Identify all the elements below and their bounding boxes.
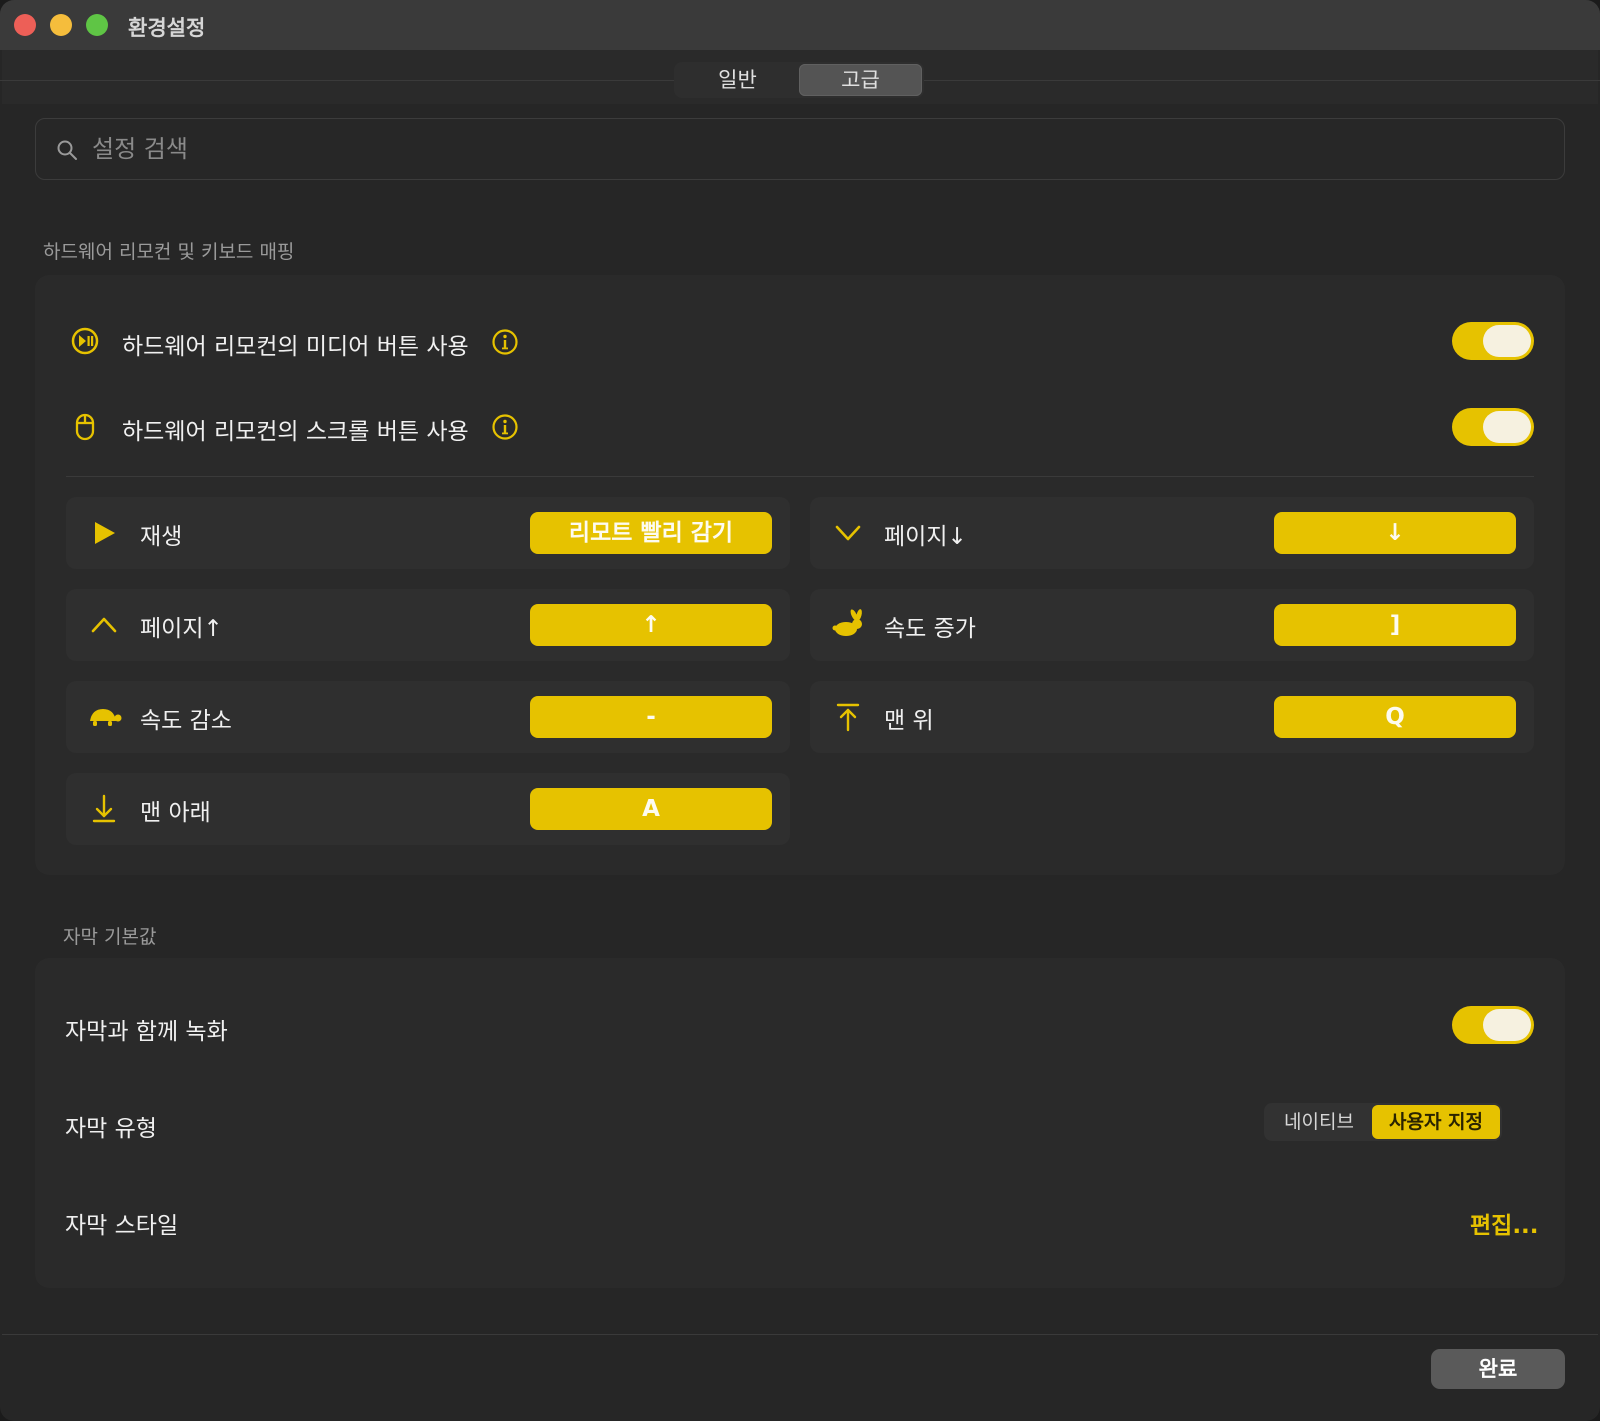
rabbit-icon: [832, 609, 862, 636]
caption-style-edit-button[interactable]: 편집...: [1470, 1206, 1539, 1240]
mapping-key-button[interactable]: ↑: [530, 604, 772, 646]
mapping-key-button[interactable]: -: [530, 696, 772, 738]
mapping-label: 맨 아래: [140, 800, 211, 826]
mapping-label: 재생: [140, 524, 183, 550]
caption-style-label: 자막 스타일: [65, 1213, 179, 1239]
search-icon: [57, 140, 77, 160]
mapping-page-down: 페이지↓ ↓: [810, 497, 1534, 569]
info-icon[interactable]: [491, 328, 519, 356]
record-with-captions-toggle[interactable]: [1452, 1006, 1534, 1044]
mapping-page-up: 페이지↑ ↑: [66, 589, 790, 661]
media-buttons-label: 하드웨어 리모컨의 미디어 버튼 사용: [122, 334, 469, 360]
mapping-play: 재생 리모트 빨리 감기: [66, 497, 790, 569]
window-title: 환경설정: [128, 16, 206, 40]
mapping-label: 속도 증가: [884, 616, 976, 642]
mouse-icon: [75, 413, 95, 441]
toggle-knob: [1483, 1009, 1531, 1041]
play-pause-circle-icon: [71, 327, 99, 355]
preferences-tabs: 일반 고급: [674, 62, 924, 98]
tab-general[interactable]: 일반: [676, 64, 799, 96]
record-with-captions-label: 자막과 함께 녹화: [65, 1019, 228, 1045]
caption-type-native-option[interactable]: 네이티브: [1266, 1105, 1372, 1139]
mapping-key-button[interactable]: ↓: [1274, 512, 1516, 554]
tab-advanced[interactable]: 고급: [799, 64, 922, 96]
caption-type-segmented-control: 네이티브 사용자 지정: [1264, 1103, 1502, 1141]
done-button[interactable]: 완료: [1431, 1349, 1565, 1389]
caption-type-custom-option[interactable]: 사용자 지정: [1372, 1105, 1500, 1139]
turtle-icon: [90, 709, 122, 726]
zoom-window-button[interactable]: [86, 14, 108, 36]
search-field[interactable]: [35, 118, 1565, 180]
section-divider: [66, 476, 1534, 477]
play-icon: [95, 522, 115, 544]
footer-area: [2, 1335, 1598, 1421]
title-bar: 환경설정: [0, 0, 1600, 50]
close-window-button[interactable]: [14, 14, 36, 36]
mapping-label: 속도 감소: [140, 708, 232, 734]
chevron-down-icon: [835, 525, 861, 541]
mapping-top: 맨 위 Q: [810, 681, 1534, 753]
search-input[interactable]: [92, 129, 1492, 169]
media-buttons-toggle[interactable]: [1452, 322, 1534, 360]
captions-section-title: 자막 기본값: [63, 926, 157, 948]
scroll-buttons-toggle[interactable]: [1452, 408, 1534, 446]
arrow-to-bottom-icon: [92, 794, 116, 823]
minimize-window-button[interactable]: [50, 14, 72, 36]
mapping-label: 페이지↓: [884, 524, 967, 550]
mapping-key-button[interactable]: Q: [1274, 696, 1516, 738]
mapping-bottom: 맨 아래 A: [66, 773, 790, 845]
toggle-knob: [1483, 325, 1531, 357]
mapping-speed-up: 속도 증가 ]: [810, 589, 1534, 661]
info-icon[interactable]: [491, 413, 519, 441]
mapping-speed-down: 속도 감소 -: [66, 681, 790, 753]
mapping-label: 맨 위: [884, 708, 934, 734]
arrow-to-top-icon: [836, 703, 860, 732]
preferences-window: 환경설정 일반 고급 하드웨어 리모컨 및 키보드 매핑 하드웨어 리모컨의 미…: [0, 0, 1600, 1421]
caption-type-label: 자막 유형: [65, 1116, 157, 1142]
mapping-key-button[interactable]: ]: [1274, 604, 1516, 646]
mapping-label: 페이지↑: [140, 616, 223, 642]
hardware-section-title: 하드웨어 리모컨 및 키보드 매핑: [43, 241, 295, 263]
mapping-key-button[interactable]: 리모트 빨리 감기: [530, 512, 772, 554]
chevron-up-icon: [91, 617, 117, 633]
mapping-key-button[interactable]: A: [530, 788, 772, 830]
toggle-knob: [1483, 411, 1531, 443]
scroll-buttons-label: 하드웨어 리모컨의 스크롤 버튼 사용: [122, 419, 469, 445]
